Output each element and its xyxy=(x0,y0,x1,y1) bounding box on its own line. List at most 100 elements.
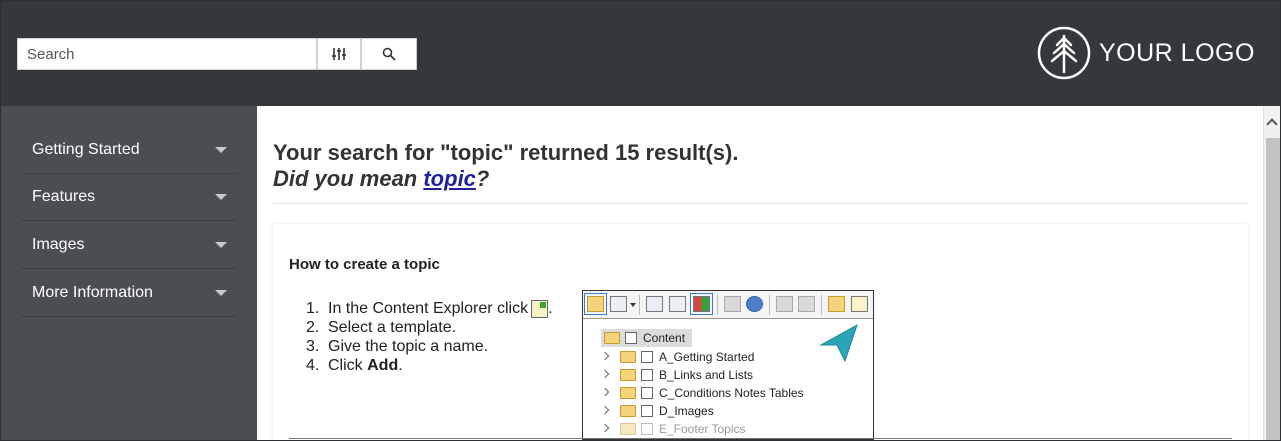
folder-icon xyxy=(620,369,636,381)
step-text-bold: Add xyxy=(367,357,399,374)
tree-row: E_Footer Topics xyxy=(583,420,746,438)
step-number: 4. xyxy=(306,357,320,374)
step-text: Give the topic a name. xyxy=(328,338,489,355)
sidebar-item-label: Images xyxy=(32,235,85,253)
checkbox-icon xyxy=(641,405,653,417)
chevron-right-icon xyxy=(601,424,611,434)
search-filter-button[interactable] xyxy=(317,38,361,70)
result-title[interactable]: How to create a topic xyxy=(289,256,440,273)
tree-row: B_Links and Lists xyxy=(583,366,753,384)
add-topic-icon xyxy=(851,296,868,312)
site-logo[interactable]: YOUR LOGO xyxy=(1037,26,1255,80)
step-number: 2. xyxy=(306,319,320,336)
view-icon xyxy=(610,296,627,312)
duplicate-icon xyxy=(669,296,686,312)
copy-icon xyxy=(646,296,663,312)
tree-row: D_Images xyxy=(583,402,714,420)
tree-root-content: Content xyxy=(601,329,692,347)
sidebar-item-label: Getting Started xyxy=(32,140,140,158)
step-number: 3. xyxy=(306,338,320,355)
step-number: 1. xyxy=(306,300,320,317)
toolbar-separator xyxy=(639,295,640,315)
did-you-mean: Did you mean topic? xyxy=(273,166,489,192)
chevron-up-icon[interactable] xyxy=(1266,118,1278,130)
explorer-toolbar xyxy=(583,291,873,319)
tree-label: Content xyxy=(643,331,686,345)
step-text-suffix: . xyxy=(548,300,553,317)
logo-text: YOUR LOGO xyxy=(1099,38,1255,67)
content-explorer-screenshot: Content A_Getting Started B_Links and Li… xyxy=(582,290,874,440)
refresh-icon xyxy=(746,296,763,312)
sidebar-nav: Getting Started Features Images More Inf… xyxy=(1,106,257,440)
sidebar-item-more-information[interactable]: More Information xyxy=(21,269,237,317)
chevron-right-icon xyxy=(601,388,611,398)
checkbox-icon xyxy=(641,351,653,363)
grid-view-icon xyxy=(690,293,713,315)
search-result: How to create a topic 1. In the Content … xyxy=(273,224,1248,440)
step-text-end: . xyxy=(398,357,403,374)
dropdown-arrow-icon xyxy=(630,303,636,307)
new-folder-icon xyxy=(828,296,845,312)
step-text: Select a template. xyxy=(328,319,457,336)
caret-down-icon xyxy=(215,242,227,248)
sliders-icon xyxy=(332,48,346,60)
checkbox-icon xyxy=(641,423,653,435)
did-you-mean-suffix: ? xyxy=(475,166,490,191)
toolbar-separator xyxy=(717,295,718,315)
sidebar-item-label: More Information xyxy=(32,283,153,301)
divider xyxy=(289,438,1232,439)
list-item: 1. In the Content Explorer click . xyxy=(306,299,553,318)
did-you-mean-prefix: Did you mean xyxy=(273,166,424,191)
suggested-term-link[interactable]: topic xyxy=(423,166,476,191)
toolbar-separator xyxy=(769,295,770,315)
search-results-heading: Your search for "topic" returned 15 resu… xyxy=(273,140,739,165)
add-topic-icon xyxy=(531,299,549,318)
list-item: 4. Click Add. xyxy=(306,356,553,375)
search-field-wrapper xyxy=(17,38,317,70)
chevron-right-icon xyxy=(601,352,611,362)
sidebar-item-getting-started[interactable]: Getting Started xyxy=(21,126,237,174)
pointer-arrow-icon xyxy=(819,323,858,363)
step-text-prefix: Click xyxy=(328,357,368,374)
search-submit-button[interactable] xyxy=(361,38,417,70)
list-item: 2. Select a template. xyxy=(306,318,553,337)
steps-list: 1. In the Content Explorer click . 2. Se… xyxy=(306,299,553,375)
checkbox-icon xyxy=(641,369,653,381)
search-icon xyxy=(382,47,396,61)
tree-label: D_Images xyxy=(659,404,714,418)
chevron-right-icon xyxy=(601,370,611,380)
tree-label: A_Getting Started xyxy=(659,350,755,364)
step-text: Click Add. xyxy=(328,356,403,375)
search-input[interactable] xyxy=(27,45,316,63)
disabled-tool-icon xyxy=(776,296,793,312)
vertical-scrollbar[interactable] xyxy=(1263,106,1280,440)
sidebar-item-features[interactable]: Features xyxy=(21,173,237,221)
disabled-tool-icon xyxy=(798,296,815,312)
checkbox-icon xyxy=(641,387,653,399)
folder-icon xyxy=(620,351,636,363)
folder-icon xyxy=(604,332,620,344)
caret-down-icon xyxy=(215,194,227,200)
top-header: YOUR LOGO xyxy=(1,1,1280,106)
caret-down-icon xyxy=(215,147,227,153)
chevron-right-icon xyxy=(601,406,611,416)
tree-label: B_Links and Lists xyxy=(659,368,754,382)
disabled-tool-icon xyxy=(724,296,741,312)
checkbox-icon xyxy=(625,332,637,344)
tree-row: A_Getting Started xyxy=(583,348,754,366)
tree-logo-icon xyxy=(1037,26,1091,80)
divider xyxy=(273,203,1248,204)
main-content: Your search for "topic" returned 15 resu… xyxy=(257,106,1263,440)
tree-row: C_Conditions Notes Tables xyxy=(583,384,804,402)
folder-icon xyxy=(620,405,636,417)
caret-down-icon xyxy=(215,290,227,296)
tree-label: C_Conditions Notes Tables xyxy=(659,386,804,400)
toolbar-separator xyxy=(821,295,822,315)
tree-label: E_Footer Topics xyxy=(659,422,746,436)
step-text: In the Content Explorer click xyxy=(328,300,529,317)
sidebar-item-label: Features xyxy=(32,187,96,205)
folder-icon xyxy=(620,387,636,399)
sidebar-item-images[interactable]: Images xyxy=(21,221,237,269)
scrollbar-thumb[interactable] xyxy=(1266,138,1280,440)
folder-icon xyxy=(584,293,607,315)
